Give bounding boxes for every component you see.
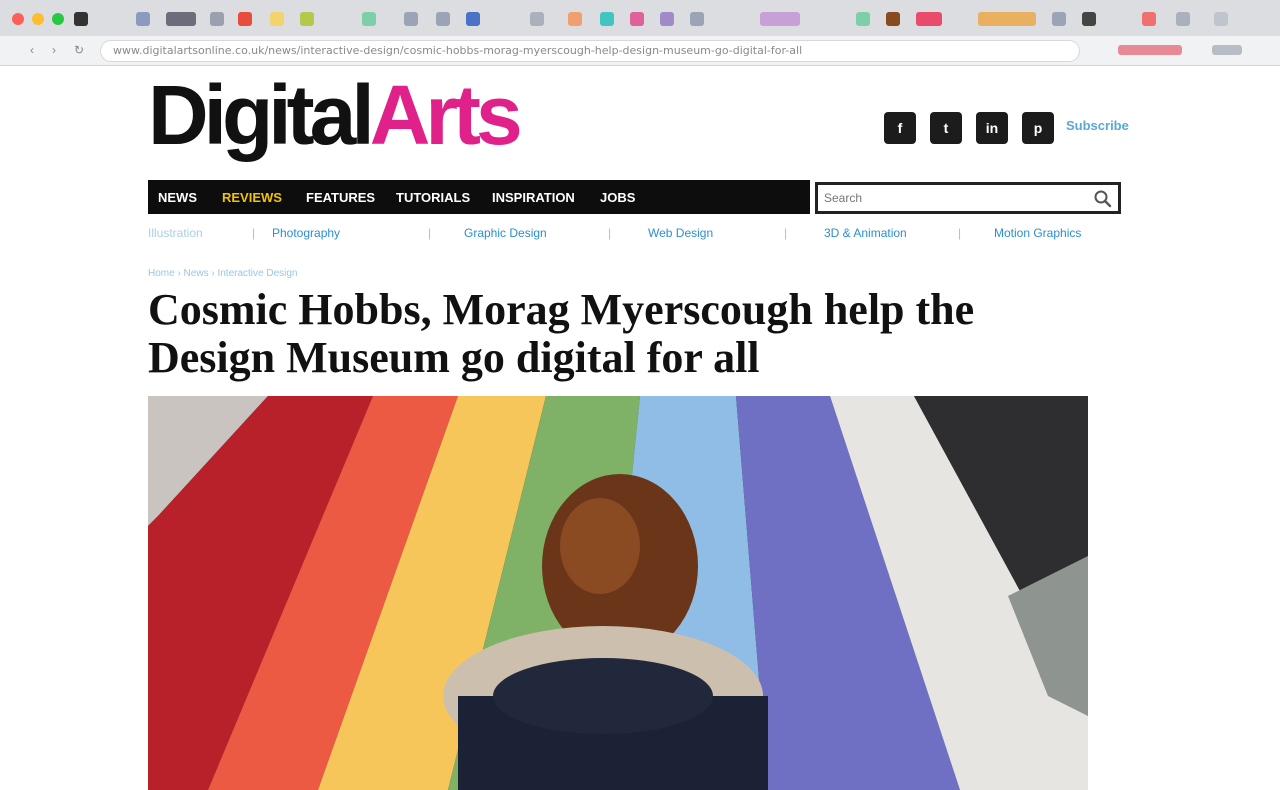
tab-favicon-icon[interactable]: [1142, 12, 1156, 26]
nav-item-reviews[interactable]: REVIEWS: [222, 190, 282, 205]
nav-item-inspiration[interactable]: INSPIRATION: [492, 190, 575, 205]
sub-nav: Illustration | Photography | Graphic Des…: [148, 226, 1118, 244]
twitter-icon[interactable]: t: [930, 112, 962, 144]
subnav-item-illustration[interactable]: Illustration: [148, 226, 203, 240]
nav-item-jobs[interactable]: JOBS: [600, 190, 635, 205]
tab-favicon-icon[interactable]: [886, 12, 900, 26]
browser-tabstrip: [0, 0, 1280, 36]
logo-digital: Digital: [148, 68, 375, 162]
tab-favicon-icon[interactable]: [1176, 12, 1190, 26]
tab-favicon-icon[interactable]: [568, 12, 582, 26]
tab-favicon-icon[interactable]: [1052, 12, 1066, 26]
subnav-item-graphic-design[interactable]: Graphic Design: [464, 226, 547, 240]
tab-favicon-icon[interactable]: [300, 12, 314, 26]
tab-favicon-icon[interactable]: [600, 12, 614, 26]
minimize-window-icon[interactable]: [32, 13, 44, 25]
subnav-separator: |: [252, 226, 256, 240]
tab-favicon-icon[interactable]: [1082, 12, 1096, 26]
url-text: www.digitalartsonline.co.uk/news/interac…: [113, 44, 803, 57]
tab-favicon-icon[interactable]: [210, 12, 224, 26]
nav-item-features[interactable]: FEATURES: [306, 190, 375, 205]
nav-item-tutorials[interactable]: TUTORIALS: [396, 190, 470, 205]
tab-favicon-icon[interactable]: [436, 12, 450, 26]
maximize-window-icon[interactable]: [52, 13, 64, 25]
facebook-icon[interactable]: f: [884, 112, 916, 144]
tab-favicon-icon[interactable]: [630, 12, 644, 26]
subnav-separator: |: [608, 226, 612, 240]
subnav-item-photography[interactable]: Photography: [272, 226, 340, 240]
search-icon[interactable]: [1092, 188, 1114, 210]
forward-arrow-icon[interactable]: ›: [52, 44, 64, 56]
tab-favicon-icon[interactable]: [1214, 12, 1228, 26]
subnav-separator: |: [428, 226, 432, 240]
subscribe-link[interactable]: Subscribe: [1066, 118, 1129, 133]
tab-favicon-icon[interactable]: [978, 12, 1036, 26]
logo-arts: Arts: [369, 68, 523, 162]
subnav-separator: |: [958, 226, 962, 240]
tab-favicon-icon[interactable]: [404, 12, 418, 26]
article-headline: Cosmic Hobbs, Morag Myerscough help the …: [148, 285, 975, 382]
address-bar[interactable]: www.digitalartsonline.co.uk/news/interac…: [100, 40, 1080, 62]
search-box: [815, 182, 1121, 214]
subnav-item-web-design[interactable]: Web Design: [648, 226, 713, 240]
main-nav: NEWS REVIEWS FEATURES TUTORIALS INSPIRAT…: [148, 180, 810, 214]
tab-favicon-icon[interactable]: [238, 12, 252, 26]
tab-favicon-icon[interactable]: [362, 12, 376, 26]
back-arrow-icon[interactable]: ‹: [30, 44, 42, 56]
tab-favicon-icon[interactable]: [136, 12, 150, 26]
subnav-separator: |: [784, 226, 788, 240]
tab-favicon-icon[interactable]: [760, 12, 800, 26]
browser-toolbar: ‹ › ↻ www.digitalartsonline.co.uk/news/i…: [0, 36, 1280, 66]
hero-image: [148, 396, 1088, 790]
pinterest-icon[interactable]: p: [1022, 112, 1054, 144]
rainbow-crossing-photo: [148, 396, 1088, 790]
tab-favicon-icon[interactable]: [660, 12, 674, 26]
site-logo[interactable]: DigitalArts: [148, 68, 523, 162]
search-input[interactable]: [824, 190, 1054, 206]
extension-icon[interactable]: [1118, 45, 1182, 55]
tab-favicon-icon[interactable]: [856, 12, 870, 26]
breadcrumb[interactable]: Home › News › Interactive Design: [148, 268, 298, 279]
tab-favicon-icon[interactable]: [530, 12, 544, 26]
subnav-item-motion-graphics[interactable]: Motion Graphics: [994, 226, 1081, 240]
tab-favicon-icon[interactable]: [270, 12, 284, 26]
reload-icon[interactable]: ↻: [74, 44, 86, 56]
nav-item-news[interactable]: NEWS: [158, 190, 197, 205]
menu-icon[interactable]: [1212, 45, 1242, 55]
tab-favicon-icon[interactable]: [690, 12, 704, 26]
linkedin-icon[interactable]: in: [976, 112, 1008, 144]
tab-favicon-icon[interactable]: [466, 12, 480, 26]
tab-favicon-icon[interactable]: [74, 12, 88, 26]
subnav-item-3d-animation[interactable]: 3D & Animation: [824, 226, 907, 240]
tab-favicon-icon[interactable]: [916, 12, 942, 26]
tab-favicon-icon[interactable]: [166, 12, 196, 26]
close-window-icon[interactable]: [12, 13, 24, 25]
